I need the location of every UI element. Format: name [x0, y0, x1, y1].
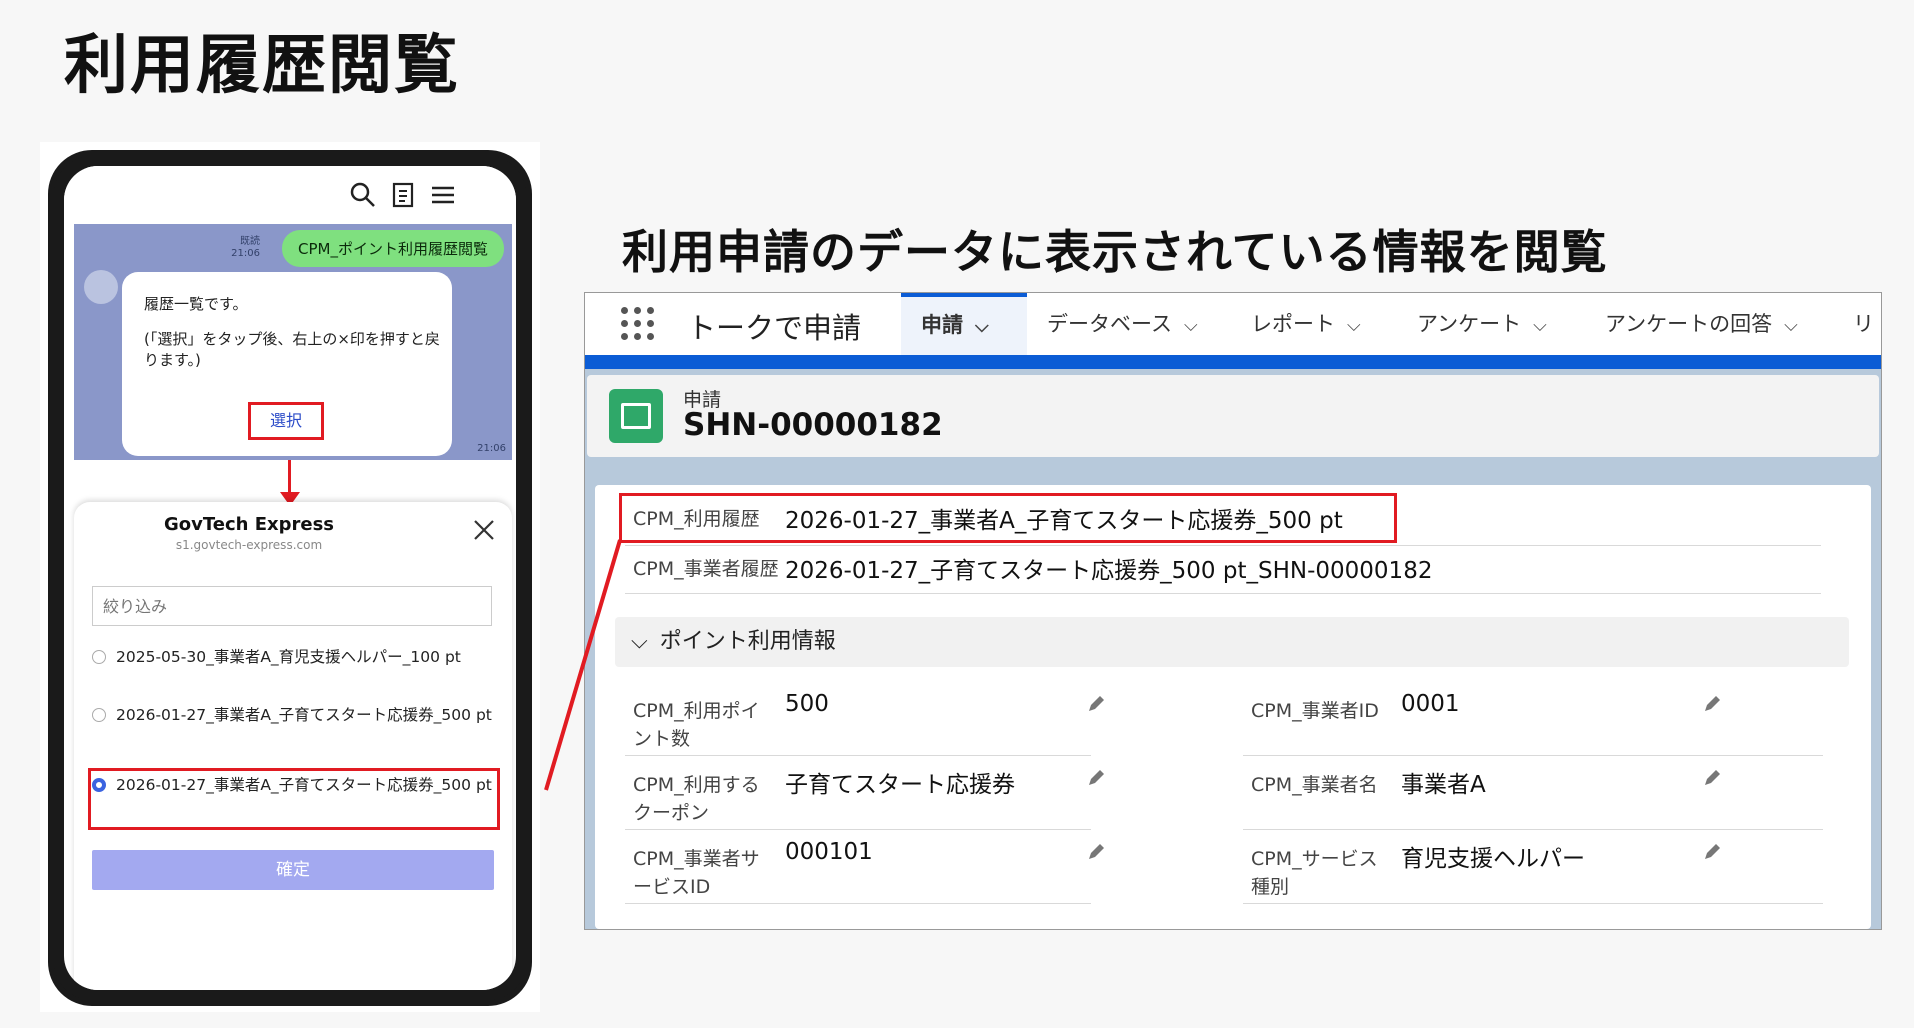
pencil-icon[interactable] [1085, 841, 1107, 863]
message-time: 21:06 [231, 248, 260, 259]
sent-message: CPM_ポイント利用履歴閲覧 [282, 230, 504, 267]
field-label: CPM_利用するクーポン [633, 774, 760, 824]
field-value: 500 [785, 691, 829, 717]
read-receipt: 既読 [240, 236, 260, 247]
selection-sheet: GovTech Express s1.govtech-express.com 2… [74, 502, 512, 990]
highlight-box [619, 493, 1397, 543]
app-launcher-icon[interactable] [621, 307, 657, 343]
page-title: 利用履歴閲覧 [64, 29, 460, 103]
search-icon[interactable] [348, 180, 378, 210]
divider [1243, 755, 1823, 756]
field-value: 事業者A [1401, 772, 1486, 798]
tab-label: レポート [1251, 312, 1335, 336]
tab-label: アンケート [1417, 312, 1522, 336]
salesforce-record-view: トークで申請 申請 ⌵ データベース ⌵ レポート ⌵ アンケート ⌵ アンケートの回答… [584, 292, 1882, 930]
divider [1243, 903, 1823, 904]
record-detail-body: CPM_利用履歴 2026-01-27_事業者A_子育てスタート応援券_500 … [595, 485, 1871, 929]
section-title: 利用申請のデータに表示されている情報を閲覧 [622, 225, 1608, 279]
field-label: CPM_利用ポイント数 [633, 700, 760, 750]
option-label: 2026-01-27_事業者A_子育てスタート応援券_500 pt [116, 706, 492, 724]
brand-band [585, 355, 1881, 369]
chevron-down-icon: ⌵ [975, 316, 989, 337]
bot-message-line2: (「選択」をタップ後、右上の×印を押すと戻ります。) [144, 330, 440, 369]
field-value: 2026-01-27_子育てスタート応援券_500 pt_SHN-0000018… [785, 558, 1433, 584]
tab-more[interactable]: リ [1853, 293, 1874, 355]
menu-icon[interactable] [428, 180, 458, 210]
chevron-down-icon: ⌵ [1533, 315, 1547, 336]
pencil-icon[interactable] [1085, 693, 1107, 715]
select-button[interactable]: 選択 [248, 402, 324, 440]
field-label: CPM_事業者サービスID [633, 848, 760, 898]
divider [625, 545, 1821, 546]
radio-button[interactable] [92, 708, 106, 722]
divider [1243, 829, 1823, 830]
tab-label: 申請 [921, 313, 963, 337]
field-label: CPM_事業者名 [1251, 774, 1378, 796]
arrow-connector [288, 460, 291, 496]
message-meta: 既読 21:06 [231, 236, 260, 260]
option-item[interactable]: 2026-01-27_事業者A_子育てスタート応援券_500 pt [92, 702, 492, 728]
sheet-title: GovTech Express [163, 514, 335, 535]
app-name: トークで申請 [687, 311, 862, 345]
tab-survey[interactable]: アンケート ⌵ [1417, 293, 1547, 355]
tab-application[interactable]: 申請 ⌵ [901, 293, 1027, 355]
field-value: 0001 [1401, 691, 1460, 717]
tab-label: データベース [1047, 312, 1172, 336]
pencil-icon[interactable] [1085, 767, 1107, 789]
field-label: CPM_事業者ID [1251, 700, 1379, 722]
bot-message-line1: 履歴一覧です。 [144, 295, 248, 313]
record-type-icon [609, 389, 663, 443]
field-value: 000101 [785, 839, 873, 865]
divider [625, 593, 1821, 594]
field-value: 子育てスタート応援券 [785, 772, 1015, 798]
divider [625, 755, 1091, 756]
section-title-label: ポイント利用情報 [659, 629, 836, 654]
option-item[interactable]: 2025-05-30_事業者A_育児支援ヘルパー_100 pt [92, 644, 492, 670]
close-icon[interactable] [472, 518, 496, 542]
note-icon[interactable] [388, 180, 418, 210]
sheet-subtitle: s1.govtech-express.com [175, 538, 323, 552]
radio-button[interactable] [92, 650, 106, 664]
tab-survey-responses[interactable]: アンケートの回答 ⌵ [1605, 293, 1798, 355]
confirm-button[interactable]: 確定 [92, 850, 494, 890]
field-label: CPM_サービス種別 [1251, 848, 1378, 898]
chat-area: 既読 21:06 CPM_ポイント利用履歴閲覧 履歴一覧です。 (「選択」をタッ… [74, 224, 512, 460]
filter-input[interactable] [92, 586, 492, 626]
phone-frame: 既読 21:06 CPM_ポイント利用履歴閲覧 履歴一覧です。 (「選択」をタッ… [48, 150, 532, 1006]
bot-message-bubble: 履歴一覧です。 (「選択」をタップ後、右上の×印を押すと戻ります。) 選択 [122, 272, 452, 456]
chevron-down-icon: ⌵ [1183, 315, 1198, 336]
option-label: 2025-05-30_事業者A_育児支援ヘルパー_100 pt [116, 648, 461, 666]
bot-message-text: 履歴一覧です。 (「選択」をタップ後、右上の×印を押すと戻ります。) [144, 294, 444, 371]
highlight-box [88, 768, 500, 830]
bubble-time: 21:06 [477, 443, 506, 454]
chevron-down-icon: ⌵ [1784, 315, 1798, 336]
pencil-icon[interactable] [1701, 841, 1723, 863]
pencil-icon[interactable] [1701, 693, 1723, 715]
chevron-down-icon: ⌵ [1347, 315, 1361, 336]
chevron-down-icon: ⌵ [631, 629, 648, 654]
tab-label: アンケートの回答 [1605, 312, 1773, 336]
field-value: 育児支援ヘルパー [1401, 846, 1585, 872]
tab-label: リ [1853, 312, 1874, 336]
tab-database[interactable]: データベース ⌵ [1047, 293, 1198, 355]
divider [625, 903, 1091, 904]
divider [625, 829, 1091, 830]
record-header: 申請 SHN-00000182 [587, 375, 1879, 457]
app-nav-bar: トークで申請 申請 ⌵ データベース ⌵ レポート ⌵ アンケート ⌵ アンケートの回答… [585, 293, 1881, 356]
record-name: SHN-00000182 [683, 407, 943, 443]
field-label: CPM_事業者履歴 [633, 558, 779, 580]
pencil-icon[interactable] [1701, 767, 1723, 789]
section-header[interactable]: ⌵ ポイント利用情報 [615, 617, 1849, 667]
bot-avatar [84, 270, 118, 304]
tab-report[interactable]: レポート ⌵ [1251, 293, 1361, 355]
chat-topbar [64, 166, 516, 224]
phone-screen: 既読 21:06 CPM_ポイント利用履歴閲覧 履歴一覧です。 (「選択」をタッ… [64, 166, 516, 990]
